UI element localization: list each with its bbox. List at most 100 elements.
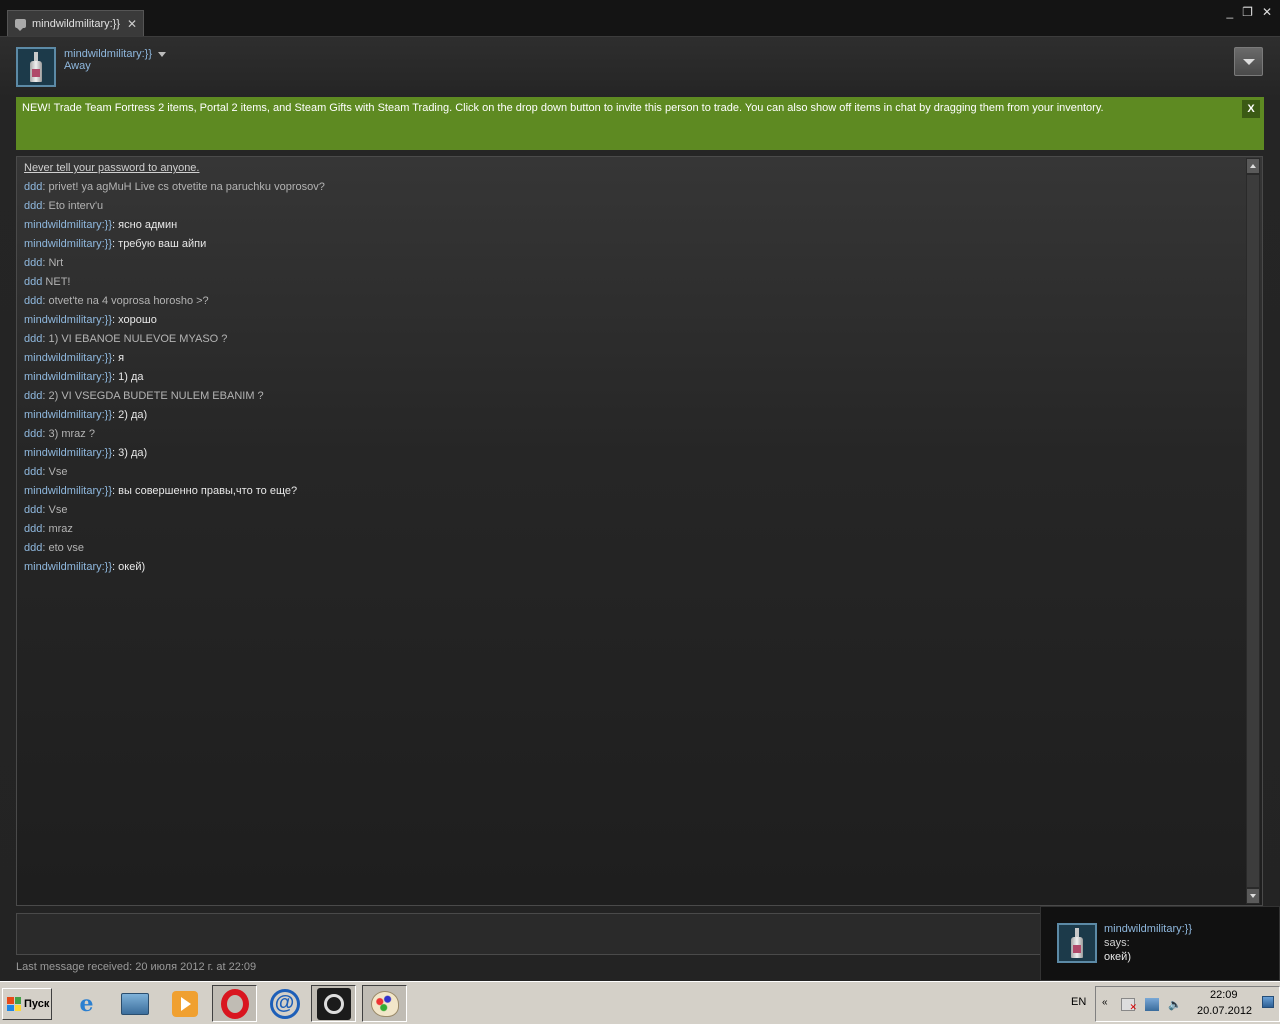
message-text: mraz bbox=[48, 523, 73, 535]
message-text: 1) да bbox=[118, 371, 144, 383]
scroll-down-arrow[interactable] bbox=[1247, 889, 1259, 903]
steam-icon[interactable] bbox=[311, 985, 356, 1022]
message-sender[interactable]: ddd bbox=[24, 390, 42, 402]
chat-message: mindwildmilitary:}}: требую ваш айпи bbox=[24, 235, 1242, 254]
message-text: требую ваш айпи bbox=[118, 238, 207, 250]
message-sender[interactable]: ddd bbox=[24, 295, 42, 307]
message-sender[interactable]: mindwildmilitary:}} bbox=[24, 561, 112, 573]
message-text: окей) bbox=[118, 561, 146, 573]
tray-expand-icon[interactable]: « bbox=[1102, 997, 1108, 1008]
chat-message: ddd NET! bbox=[24, 273, 1242, 292]
start-button[interactable]: Пуск bbox=[2, 988, 52, 1020]
paint-icon[interactable] bbox=[362, 985, 407, 1022]
message-text: хорошо bbox=[118, 314, 157, 326]
chat-history[interactable]: Never tell your password to anyone. ddd:… bbox=[16, 156, 1263, 906]
message-text: otvet'te na 4 voprosa horosho >? bbox=[48, 295, 209, 307]
scroll-up-arrow[interactable] bbox=[1247, 159, 1259, 173]
chat-message: mindwildmilitary:}}: ясно админ bbox=[24, 216, 1242, 235]
message-sender[interactable]: ddd bbox=[24, 257, 42, 269]
contact-status: Away bbox=[64, 60, 91, 72]
close-window-button[interactable]: ✕ bbox=[1262, 5, 1272, 19]
taskbar: Пуск e @ EN « bbox=[0, 981, 1280, 1024]
chat-tab-title: mindwildmilitary:}} bbox=[32, 17, 121, 30]
password-warning[interactable]: Never tell your password to anyone. bbox=[24, 159, 1242, 178]
message-sender[interactable]: mindwildmilitary:}} bbox=[24, 314, 112, 326]
chat-tab[interactable]: mindwildmilitary:}} ✕ bbox=[7, 10, 144, 36]
language-indicator[interactable]: EN bbox=[1071, 996, 1086, 1008]
banner-text: NEW! Trade Team Fortress 2 items, Portal… bbox=[22, 102, 1104, 114]
scroll-thumb[interactable] bbox=[1247, 175, 1259, 887]
chat-message: ddd: Nrt bbox=[24, 254, 1242, 273]
minimize-button[interactable]: _ bbox=[1226, 5, 1233, 19]
message-sender[interactable]: mindwildmilitary:}} bbox=[24, 219, 112, 231]
message-list: Never tell your password to anyone. ddd:… bbox=[24, 159, 1242, 577]
message-text: вы совершенно правы,что то еще? bbox=[118, 485, 298, 497]
ie-icon[interactable]: e bbox=[64, 985, 109, 1022]
chat-message: mindwildmilitary:}}: вы совершенно правы… bbox=[24, 482, 1242, 501]
contact-avatar[interactable] bbox=[16, 47, 56, 87]
volume-icon[interactable] bbox=[1168, 998, 1182, 1011]
show-desktop-icon[interactable] bbox=[1262, 996, 1274, 1008]
message-sender[interactable]: ddd bbox=[24, 181, 42, 193]
message-text: NET! bbox=[45, 276, 71, 288]
message-sender[interactable]: ddd bbox=[24, 333, 42, 345]
message-text: я bbox=[118, 352, 125, 364]
clock-time[interactable]: 22:09 bbox=[1210, 989, 1238, 1001]
window-controls: _ ❐ ✕ bbox=[1226, 5, 1272, 19]
notification-toast[interactable]: mindwildmilitary:}} says: окей) bbox=[1040, 906, 1280, 981]
message-text: Eto interv'u bbox=[48, 200, 104, 212]
chat-message: ddd: otvet'te na 4 voprosa horosho >? bbox=[24, 292, 1242, 311]
close-tab-icon[interactable]: ✕ bbox=[127, 17, 137, 31]
chat-message: mindwildmilitary:}}: 1) да bbox=[24, 368, 1242, 387]
media-player-icon[interactable] bbox=[162, 985, 207, 1022]
message-text: Vse bbox=[48, 504, 68, 516]
message-sender[interactable]: ddd bbox=[24, 542, 42, 554]
message-sender[interactable]: ddd bbox=[24, 504, 42, 516]
chevron-down-icon[interactable] bbox=[158, 51, 167, 57]
title-bar: mindwildmilitary:}} ✕ _ ❐ ✕ bbox=[0, 0, 1280, 36]
message-text: 3) да) bbox=[118, 447, 148, 459]
chat-message: ddd: 1) VI EBANOE NULEVOE MYASO ? bbox=[24, 330, 1242, 349]
message-sender[interactable]: mindwildmilitary:}} bbox=[24, 352, 112, 364]
bottle-icon bbox=[1071, 928, 1083, 958]
message-sender[interactable]: mindwildmilitary:}} bbox=[24, 447, 112, 459]
contact-name[interactable]: mindwildmilitary:}} bbox=[64, 48, 167, 60]
message-text: eto vse bbox=[48, 542, 84, 554]
message-text: 2) да) bbox=[118, 409, 148, 421]
message-sender[interactable]: ddd bbox=[24, 276, 42, 288]
chat-message: mindwildmilitary:}}: я bbox=[24, 349, 1242, 368]
message-sender[interactable]: ddd bbox=[24, 428, 42, 440]
opera-icon[interactable] bbox=[212, 985, 257, 1022]
message-text: Nrt bbox=[48, 257, 64, 269]
message-sender[interactable]: ddd bbox=[24, 466, 42, 478]
mail-agent-icon[interactable]: @ bbox=[262, 985, 307, 1022]
chat-message: mindwildmilitary:}}: окей) bbox=[24, 558, 1242, 577]
action-center-icon[interactable] bbox=[1121, 998, 1137, 1013]
chat-message: ddd: eto vse bbox=[24, 539, 1242, 558]
message-text: 1) VI EBANOE NULEVOE MYASO ? bbox=[48, 333, 228, 345]
toast-message: окей) bbox=[1104, 951, 1131, 963]
bottle-icon bbox=[30, 52, 42, 82]
message-sender[interactable]: mindwildmilitary:}} bbox=[24, 371, 112, 383]
network-icon[interactable] bbox=[1145, 998, 1159, 1011]
message-text: ясно админ bbox=[118, 219, 178, 231]
message-sender[interactable]: mindwildmilitary:}} bbox=[24, 238, 112, 250]
explorer-icon[interactable] bbox=[112, 985, 157, 1022]
options-dropdown-button[interactable] bbox=[1234, 47, 1263, 76]
windows-flag-icon bbox=[7, 997, 21, 1011]
chat-message: mindwildmilitary:}}: 2) да) bbox=[24, 406, 1242, 425]
chat-message: mindwildmilitary:}}: 3) да) bbox=[24, 444, 1242, 463]
toast-says: says: bbox=[1104, 937, 1130, 949]
message-sender[interactable]: ddd bbox=[24, 523, 42, 535]
message-sender[interactable]: mindwildmilitary:}} bbox=[24, 409, 112, 421]
clock-date[interactable]: 20.07.2012 bbox=[1197, 1005, 1252, 1017]
message-sender[interactable]: ddd bbox=[24, 200, 42, 212]
chat-scrollbar[interactable] bbox=[1246, 158, 1260, 904]
message-sender[interactable]: mindwildmilitary:}} bbox=[24, 485, 112, 497]
chat-message: ddd: Vse bbox=[24, 463, 1242, 482]
chat-panel: mindwildmilitary:}} Away NEW! Trade Team… bbox=[0, 36, 1280, 981]
restore-button[interactable]: ❐ bbox=[1242, 5, 1253, 19]
banner-close-button[interactable]: X bbox=[1242, 100, 1260, 118]
chat-message: ddd: Eto interv'u bbox=[24, 197, 1242, 216]
message-text: 2) VI VSEGDA BUDETE NULEM EBANIM ? bbox=[48, 390, 264, 402]
